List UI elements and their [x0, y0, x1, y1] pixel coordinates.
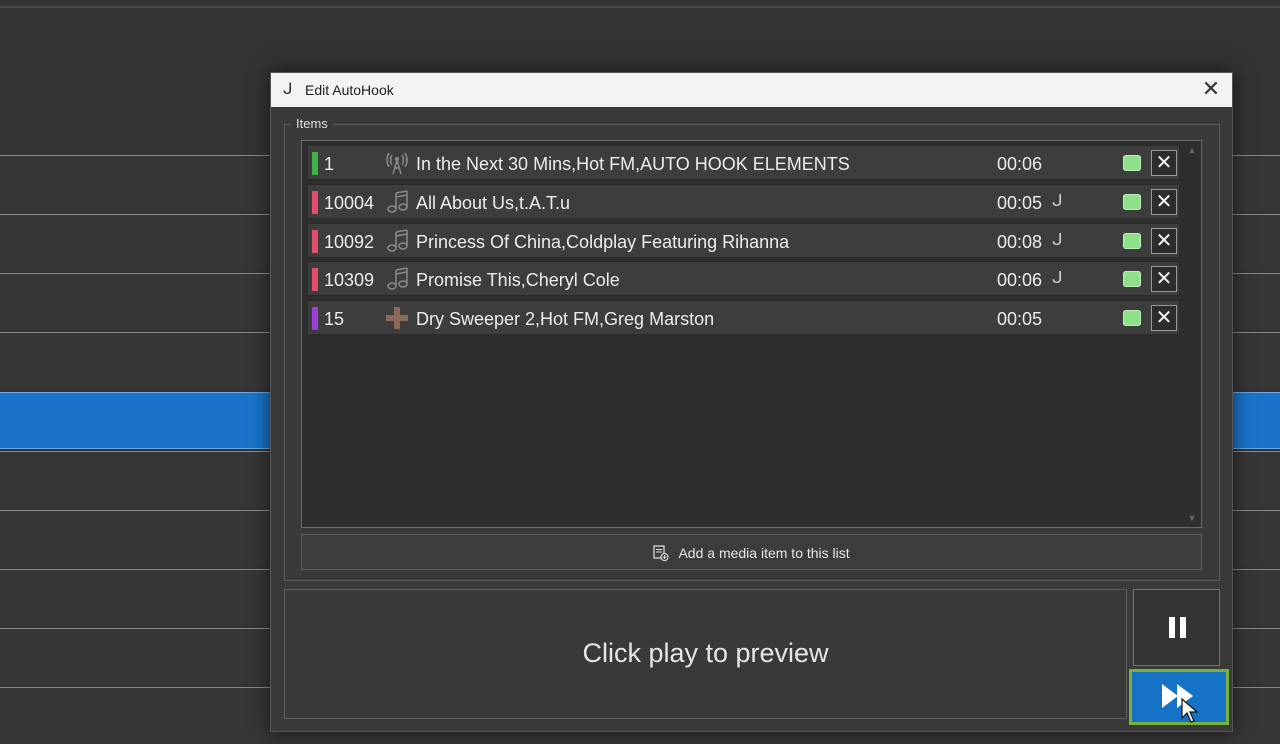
enabled-toggle[interactable] [1123, 155, 1141, 171]
dialog-title: Edit AutoHook [305, 82, 394, 98]
remove-item-button[interactable]: ✕ [1151, 305, 1177, 332]
item-duration: 00:06 [997, 270, 1043, 291]
items-group-label: Items [291, 116, 333, 131]
item-title: Princess Of China,Coldplay Featuring Rih… [416, 231, 790, 252]
scroll-down-arrow-icon[interactable]: ▼ [1186, 512, 1198, 524]
music-note-icon [384, 267, 410, 291]
item-number: 10004 [324, 192, 375, 213]
items-list[interactable]: ▲ ▼ 1 In the Next 30 Mins,Hot FM,AUTO HOO… [301, 140, 1202, 528]
list-item[interactable]: 1 In the Next 30 Mins,Hot FM,AUTO HOOK EL… [307, 145, 1180, 180]
item-title: In the Next 30 Mins,Hot FM,AUTO HOOK ELE… [416, 154, 850, 174]
background-divider [0, 6, 1280, 8]
hook-icon: ᒍ [283, 81, 293, 98]
item-duration: 00:05 [997, 192, 1043, 213]
item-title: All About Us,t.A.T.u [416, 192, 571, 213]
hook-icon: ᒍ [1052, 268, 1063, 288]
enabled-toggle[interactable] [1123, 310, 1141, 327]
item-number: 10309 [324, 270, 375, 291]
music-note-icon [384, 190, 410, 214]
hook-icon: ᒍ [1052, 190, 1063, 210]
remove-item-button[interactable]: ✕ [1151, 150, 1177, 176]
list-item[interactable]: 10004 All About Us,t.A.T.u 00:05 ᒍ ✕ [307, 183, 1180, 219]
scroll-up-arrow-icon[interactable]: ▲ [1186, 144, 1198, 156]
item-number: 1 [324, 154, 335, 174]
item-duration: 00:05 [997, 309, 1043, 330]
category-color-swatch [312, 190, 318, 214]
item-title: Dry Sweeper 2,Hot FM,Greg Marston [416, 309, 715, 330]
mouse-cursor-icon [1181, 698, 1199, 723]
broadcast-tower-icon [384, 151, 410, 175]
list-item[interactable]: 10309 Promise This,Cheryl Cole 00:06 ᒍ ✕ [307, 261, 1180, 297]
list-item[interactable]: 15 Dry Sweeper 2,Hot FM,Greg Marston 00:05… [307, 300, 1180, 336]
dialog-titlebar[interactable]: ᒍ Edit AutoHook ✕ [271, 73, 1232, 107]
close-button[interactable]: ✕ [1198, 77, 1224, 103]
category-color-swatch [312, 152, 318, 175]
pause-button[interactable] [1133, 589, 1220, 666]
category-color-swatch [312, 268, 318, 292]
add-list-item-icon [653, 545, 669, 564]
enabled-toggle[interactable] [1123, 193, 1141, 210]
sweeper-cross-icon [384, 306, 410, 330]
item-number: 10092 [324, 231, 375, 252]
remove-item-button[interactable]: ✕ [1151, 188, 1177, 215]
edit-autohook-dialog: ᒍ Edit AutoHook ✕ Items ▲ ▼ 1 In the Next… [270, 72, 1233, 732]
hook-icon: ᒍ [1052, 229, 1063, 249]
enabled-toggle[interactable] [1123, 232, 1141, 249]
music-note-icon [384, 228, 410, 253]
list-item[interactable]: 10092 Princess Of China,Coldplay Featurin… [307, 222, 1180, 258]
item-duration: 00:06 [997, 154, 1043, 174]
preview-text: Click play to preview [582, 638, 829, 668]
category-color-swatch [312, 229, 318, 253]
item-title: Promise This,Cheryl Cole [416, 270, 620, 291]
remove-item-button[interactable]: ✕ [1151, 266, 1177, 293]
category-color-swatch [312, 307, 318, 331]
add-media-item-button[interactable]: Add a media item to this list [301, 534, 1202, 570]
add-media-item-label: Add a media item to this list [678, 545, 850, 562]
item-number: 15 [324, 309, 345, 330]
play-preview-button[interactable] [1129, 669, 1229, 725]
enabled-toggle[interactable] [1123, 271, 1141, 288]
preview-panel: Click play to preview [284, 589, 1127, 719]
remove-item-button[interactable]: ✕ [1151, 227, 1177, 254]
item-duration: 00:08 [997, 231, 1043, 252]
